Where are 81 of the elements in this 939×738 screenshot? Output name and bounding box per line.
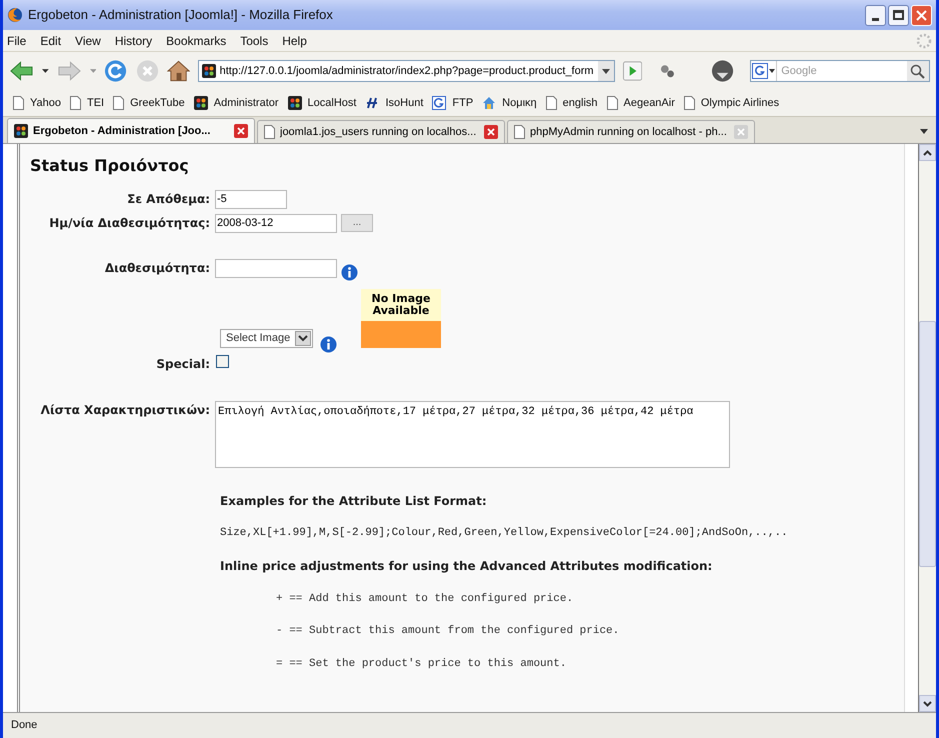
close-x-icon <box>916 10 927 20</box>
page-icon <box>546 96 557 110</box>
menu-item[interactable]: Help <box>282 32 307 50</box>
field-label: Special: <box>155 356 211 373</box>
page-icon <box>70 96 81 110</box>
bookmark-item[interactable]: Olympic Airlines <box>684 94 780 112</box>
bookmark-item[interactable]: IsoHunt <box>365 94 424 112</box>
firefox-logo-icon <box>7 7 23 23</box>
menu-item[interactable]: File <box>7 32 26 50</box>
date-field[interactable]: 2008-03-12 <box>215 214 337 233</box>
search-engine-button[interactable] <box>751 61 778 81</box>
window-title: Ergobeton - Administration [Joomla!] - Mozilla Firefox <box>28 6 334 24</box>
search-icon[interactable] <box>907 61 929 81</box>
bookmark-item[interactable]: TEI <box>70 94 104 112</box>
joomla-logo-icon <box>202 64 216 78</box>
bookmark-item[interactable]: LocalHost <box>288 94 356 112</box>
menu-item[interactable]: Tools <box>240 32 268 50</box>
attribute-list-textarea[interactable]: Επιλογή Αντλίας,οποιαδήποτε,17 μέτρα,27 μέτρα,32 μέτρα,36 μέτρα,42 μέτρα <box>215 401 730 468</box>
stock-field[interactable]: -5 <box>215 190 287 209</box>
caret-icon <box>769 69 776 73</box>
browser-tab[interactable]: phpMyAdmin running on localhost - ph... <box>507 120 755 143</box>
info-icon[interactable] <box>341 264 358 281</box>
menu-item[interactable]: Bookmarks <box>166 32 226 50</box>
image-select[interactable]: Select Image <box>220 329 313 348</box>
dropdown-caret-icon[interactable] <box>42 69 49 73</box>
price-rule-text: - == Subtract this amount from the configured price. <box>276 624 620 639</box>
tab-close-icon[interactable] <box>484 125 498 139</box>
field-label: Ημ/νία Διαθεσιμότητας: <box>48 215 211 232</box>
availability-field[interactable] <box>215 259 337 278</box>
inline-heading: Inline price adjustments for using the Advanced Attributes modification: <box>220 558 714 574</box>
back-arrow-icon[interactable] <box>9 60 34 82</box>
field-label: Σε Απόθεμα: <box>126 191 211 208</box>
home-icon[interactable] <box>166 59 190 83</box>
joomla-logo-icon <box>194 96 208 110</box>
browser-tab[interactable]: Ergobeton - Administration [Joo... <box>7 118 255 143</box>
g-logo-icon <box>432 96 446 110</box>
bookmark-item[interactable]: Yahoo <box>13 94 61 112</box>
page-icon <box>264 125 275 139</box>
info-icon[interactable] <box>320 336 337 353</box>
page-icon <box>606 96 618 110</box>
no-image-text: No Image Available <box>361 289 441 321</box>
address-bar[interactable]: http://127.0.0.1/joomla/administrator/index2.php?page=product.product_form <box>198 60 615 82</box>
bookmark-item[interactable]: AegeanAir <box>606 94 675 112</box>
joomla-logo-icon <box>14 124 28 138</box>
tab-close-icon[interactable] <box>234 124 248 138</box>
close-button[interactable] <box>911 4 932 26</box>
page-icon <box>514 125 525 139</box>
page-icon <box>113 96 124 110</box>
g-logo-icon <box>752 63 768 79</box>
reload-icon[interactable] <box>104 59 128 83</box>
scrollbar-thumb[interactable] <box>919 321 936 567</box>
price-rule-text: = == Set the product's price to this amount. <box>276 656 568 672</box>
bookmark-item[interactable]: english <box>546 94 598 112</box>
section-heading: Status Προιόντος <box>30 155 190 177</box>
slash-logo-icon <box>365 97 380 109</box>
joomla-logo-icon <box>288 96 302 110</box>
field-label: Διαθεσιμότητα: <box>104 260 211 277</box>
price-rule-text: + == Add this amount to the configured price. <box>276 592 574 606</box>
scrollbar[interactable] <box>919 144 936 712</box>
menu-item[interactable]: History <box>114 32 152 50</box>
example-code: Size,XL[+1.99],M,S[-2.99];Colour,Red,Green,Yellow,ExpensiveColor[=24.00];AndSoOn,..,.. <box>220 526 789 541</box>
status-text: Done <box>11 718 38 734</box>
maximize-button[interactable] <box>888 4 909 26</box>
bookmark-item[interactable]: FTP <box>432 94 474 112</box>
scroll-down-icon[interactable] <box>923 700 932 706</box>
special-checkbox[interactable] <box>216 355 229 368</box>
examples-heading: Examples for the Attribute List Format: <box>220 493 488 510</box>
page-icon <box>13 96 24 110</box>
menu-item[interactable]: Edit <box>40 32 62 50</box>
calendar-button[interactable]: ... <box>341 214 373 232</box>
scroll-up-icon[interactable] <box>923 150 932 156</box>
bookmark-item[interactable]: Administrator <box>194 94 279 112</box>
bookmark-item[interactable]: Νομικη <box>482 94 537 112</box>
browser-tab[interactable]: joomla1.jos_users running on localhos... <box>257 120 505 143</box>
field-label: Λίστα Χαρακτηριστικών: <box>40 402 211 419</box>
page-icon <box>684 96 695 110</box>
throbber-icon <box>916 32 932 48</box>
minimize-button[interactable] <box>865 4 886 26</box>
house-icon <box>482 96 496 110</box>
bookmark-item[interactable]: GreekTube <box>113 94 185 112</box>
menu-item[interactable]: View <box>75 32 101 50</box>
